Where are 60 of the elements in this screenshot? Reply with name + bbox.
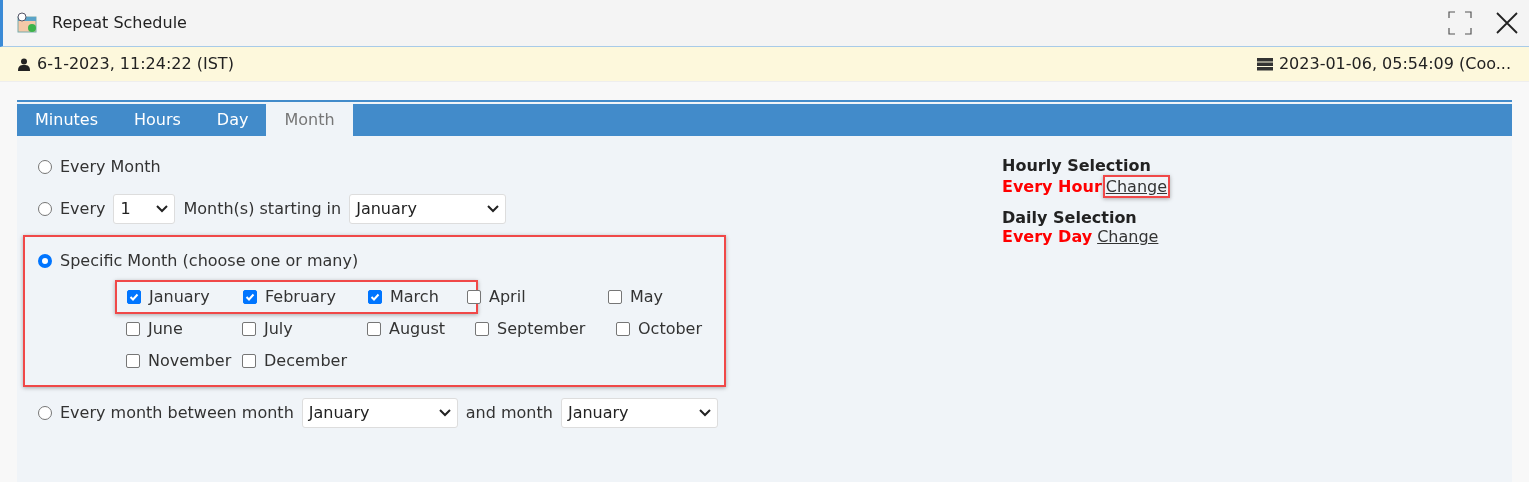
option-label: Specific Month (choose one or many) — [60, 250, 359, 272]
radio-button[interactable] — [38, 254, 52, 268]
change-link[interactable]: Change — [1102, 175, 1171, 198]
month-label: December — [264, 350, 347, 372]
option-label: and month — [465, 402, 553, 424]
dropdown[interactable]: January — [560, 398, 718, 428]
selection-value: Every Day — [1002, 227, 1093, 246]
radio-button[interactable] — [38, 202, 52, 216]
month-label: July — [264, 318, 293, 340]
dropdown[interactable]: 1 — [113, 194, 176, 224]
chevron-down-icon — [487, 205, 500, 213]
checkbox[interactable] — [126, 354, 140, 368]
selection-heading: Daily Selection — [1002, 208, 1138, 227]
checkbox[interactable] — [242, 354, 256, 368]
tab[interactable]: Hours — [116, 104, 199, 136]
month-label: April — [489, 286, 526, 308]
checkbox[interactable] — [368, 290, 382, 304]
month-label: November — [148, 350, 232, 372]
radio-button[interactable] — [38, 160, 52, 174]
month-label: August — [389, 318, 445, 340]
checkbox[interactable] — [608, 290, 622, 304]
checkbox[interactable] — [367, 322, 381, 336]
maximize-icon[interactable] — [1448, 11, 1472, 35]
checkbox[interactable] — [616, 322, 630, 336]
checkbox[interactable] — [243, 290, 257, 304]
checkbox[interactable] — [475, 322, 489, 336]
dropdown[interactable]: January — [349, 194, 507, 224]
user-time: 6-1-2023, 11:24:22 (IST) — [37, 53, 234, 75]
checkbox[interactable] — [127, 290, 141, 304]
checkbox[interactable] — [242, 322, 256, 336]
radio-button[interactable] — [38, 406, 52, 420]
option-label: Every — [60, 198, 106, 220]
checkbox[interactable] — [467, 290, 481, 304]
server-time: 2023-01-06, 05:54:09 (Coo... — [1278, 53, 1511, 75]
option-label: Every month between month — [60, 402, 294, 424]
server-icon — [1256, 57, 1273, 71]
month-label: January — [149, 286, 210, 308]
chevron-down-icon — [156, 205, 169, 213]
chevron-down-icon — [698, 409, 711, 417]
checkbox[interactable] — [126, 322, 140, 336]
chevron-down-icon — [438, 409, 451, 417]
selection-heading: Hourly Selection — [1002, 156, 1152, 175]
user-icon — [18, 57, 30, 71]
month-label: October — [638, 318, 703, 340]
window-title: Repeat Schedule — [52, 12, 187, 34]
close-icon[interactable] — [1496, 12, 1518, 34]
month-label: February — [265, 286, 336, 308]
month-label: May — [630, 286, 664, 308]
month-label: September — [497, 318, 586, 340]
tab[interactable]: Day — [198, 104, 267, 136]
option-label: Every Month — [60, 156, 161, 178]
tab[interactable]: Minutes — [17, 104, 116, 136]
dropdown[interactable]: January — [301, 398, 458, 428]
month-label: March — [390, 286, 439, 308]
tab[interactable]: Month — [266, 104, 353, 136]
selection-value: Every Hour — [1002, 177, 1102, 196]
calendar-clock-icon — [16, 12, 38, 34]
change-link[interactable]: Change — [1097, 227, 1159, 246]
option-label: Month(s) starting in — [183, 198, 342, 220]
month-label: June — [148, 318, 183, 340]
